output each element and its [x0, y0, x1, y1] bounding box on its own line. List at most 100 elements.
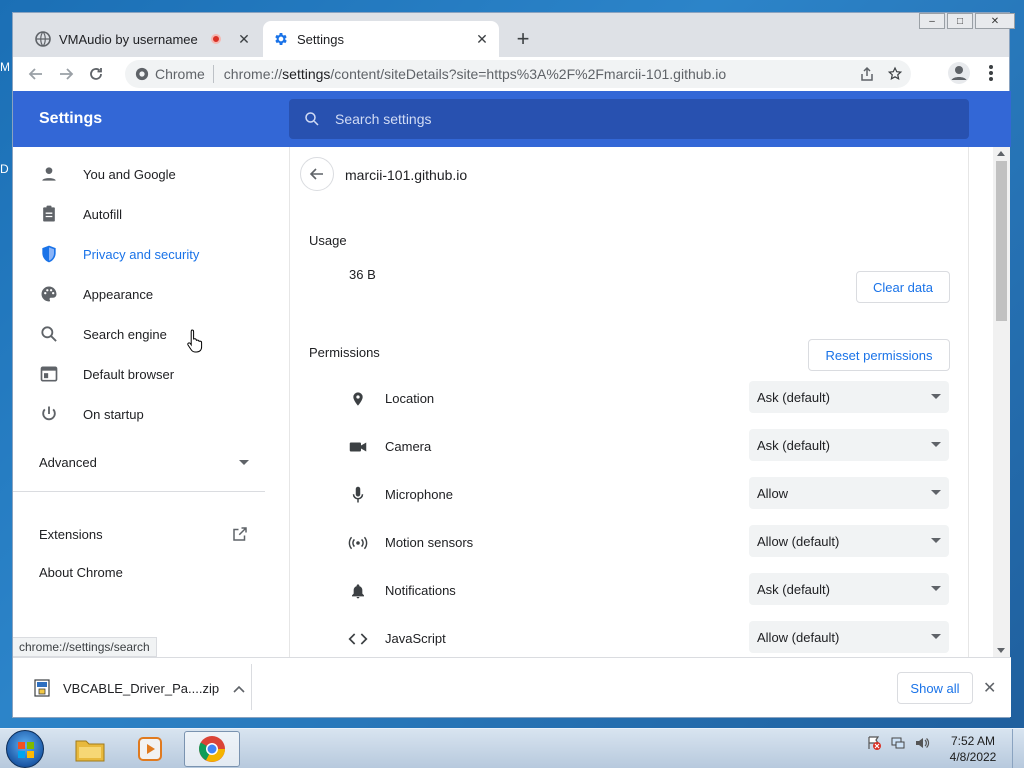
url-rest: /content/siteDetails?site=https%3A%2F%2F… — [330, 66, 727, 82]
permission-label: Microphone — [385, 487, 453, 502]
settings-title: Settings — [39, 110, 103, 127]
search-icon — [37, 322, 61, 346]
reload-button[interactable] — [81, 59, 111, 89]
sidebar-item-extensions[interactable]: Extensions — [39, 525, 249, 543]
new-tab-button[interactable]: + — [511, 26, 535, 51]
sidebar-item-label: Search engine — [83, 326, 167, 342]
zip-file-icon — [34, 679, 50, 697]
chrome-icon — [199, 736, 225, 762]
desktop-fragment-1: M — [0, 60, 10, 74]
permission-select-motion-sensors[interactable]: Allow (default) — [749, 525, 949, 557]
show-all-downloads-button[interactable]: Show all — [897, 672, 973, 704]
download-shelf: VBCABLE_Driver_Pa....zip Show all ✕ — [13, 657, 1011, 717]
arrow-left-icon — [309, 168, 323, 180]
permissions-heading: Permissions — [309, 345, 380, 360]
minimize-button[interactable]: – — [919, 13, 945, 29]
sidebar-item-about-chrome[interactable]: About Chrome — [39, 565, 123, 580]
chrome-icon — [135, 67, 149, 81]
usage-value: 36 B — [349, 267, 376, 282]
permission-select-javascript[interactable]: Allow (default) — [749, 621, 949, 653]
sidebar-item-appearance[interactable]: Appearance — [13, 274, 288, 314]
taskbar-explorer[interactable] — [62, 731, 118, 767]
close-tab-icon[interactable]: ✕ — [473, 30, 491, 48]
more-menu-icon[interactable] — [981, 61, 1001, 85]
shield-icon — [37, 242, 61, 266]
settings-sidebar: You and Google Autofill Privacy and secu… — [13, 147, 288, 657]
browser-window: VMAudio by usernamee ✕ Settings ✕ + – □ … — [12, 12, 1015, 718]
network-icon[interactable] — [890, 735, 906, 751]
open-in-new-icon — [233, 527, 247, 541]
location-icon — [348, 389, 368, 409]
permission-select-microphone[interactable]: Allow — [749, 477, 949, 509]
sidebar-item-autofill[interactable]: Autofill — [13, 194, 288, 234]
volume-icon[interactable] — [914, 735, 930, 751]
url-text: chrome://settings/content/siteDetails?si… — [214, 66, 726, 82]
select-value: Allow (default) — [757, 629, 840, 645]
sidebar-item-on-startup[interactable]: On startup — [13, 394, 288, 434]
forward-button[interactable] — [51, 59, 81, 89]
start-button[interactable] — [6, 730, 44, 768]
search-placeholder: Search settings — [335, 111, 432, 127]
show-desktop-button[interactable] — [1012, 729, 1024, 768]
permission-row-notifications: Notifications Ask (default) — [290, 571, 968, 611]
page-scrollbar[interactable] — [993, 147, 1010, 657]
back-button[interactable] — [21, 59, 51, 89]
download-item[interactable]: VBCABLE_Driver_Pa....zip — [33, 676, 253, 700]
settings-search-input[interactable]: Search settings — [289, 99, 969, 139]
sidebar-item-label: On startup — [83, 406, 144, 422]
system-clock[interactable]: 7:52 AM 4/8/2022 — [948, 733, 998, 765]
bookmark-star-icon[interactable] — [887, 66, 903, 82]
scrollbar-thumb[interactable] — [996, 161, 1007, 321]
sidebar-advanced-toggle[interactable]: Advanced — [39, 455, 249, 470]
windows-logo-icon — [18, 742, 34, 758]
tab-vmaudio[interactable]: VMAudio by usernamee ✕ — [25, 21, 261, 57]
maximize-button[interactable]: □ — [947, 13, 973, 29]
share-icon[interactable] — [859, 66, 875, 82]
close-download-shelf-icon[interactable]: ✕ — [983, 678, 996, 698]
recording-indicator-icon — [211, 34, 221, 44]
code-icon — [348, 629, 368, 649]
back-arrow-button[interactable] — [300, 157, 334, 191]
sidebar-item-search-engine[interactable]: Search engine — [13, 314, 288, 354]
taskbar-media-player[interactable] — [122, 731, 178, 767]
permission-select-location[interactable]: Ask (default) — [749, 381, 949, 413]
select-value: Allow — [757, 485, 789, 501]
sidebar-divider — [13, 491, 265, 492]
clock-date: 4/8/2022 — [949, 750, 997, 764]
site-title: marcii-101.github.io — [345, 167, 468, 183]
close-window-button[interactable]: ✕ — [975, 13, 1015, 29]
permission-label: JavaScript — [385, 631, 446, 646]
arrow-left-icon — [28, 68, 42, 80]
clear-data-button[interactable]: Clear data — [856, 271, 950, 303]
window-controls: – □ ✕ — [917, 13, 1015, 31]
profile-avatar-icon[interactable] — [947, 61, 971, 85]
taskbar: 7:52 AM 4/8/2022 — [0, 728, 1024, 768]
permission-label: Camera — [385, 439, 432, 454]
url-host: settings — [282, 66, 331, 82]
scroll-down-arrow-icon[interactable] — [997, 648, 1005, 653]
reload-icon — [90, 68, 102, 80]
permission-select-notifications[interactable]: Ask (default) — [749, 573, 949, 605]
sidebar-item-default-browser[interactable]: Default browser — [13, 354, 288, 394]
sidebar-item-privacy-and-security[interactable]: Privacy and security — [13, 234, 288, 274]
action-center-flag-icon[interactable] — [866, 735, 882, 751]
reset-permissions-button[interactable]: Reset permissions — [808, 339, 950, 371]
tab-title: VMAudio by usernamee — [59, 31, 198, 47]
address-bar[interactable]: Chrome chrome://settings/content/siteDet… — [125, 60, 911, 88]
tab-settings[interactable]: Settings ✕ — [263, 21, 499, 57]
sidebar-item-you-and-google[interactable]: You and Google — [13, 154, 288, 194]
folder-icon — [75, 740, 105, 762]
chevron-up-icon[interactable] — [233, 681, 245, 696]
taskbar-chrome[interactable] — [184, 731, 240, 767]
scroll-up-arrow-icon[interactable] — [997, 151, 1005, 156]
url-prefix: chrome:// — [223, 66, 283, 82]
site-info-chip[interactable]: Chrome — [125, 65, 214, 83]
dropdown-caret-icon — [931, 394, 941, 399]
caret-down-icon — [239, 460, 249, 465]
usage-heading: Usage — [309, 233, 347, 248]
permission-select-camera[interactable]: Ask (default) — [749, 429, 949, 461]
sidebar-item-label: Privacy and security — [83, 246, 200, 262]
dropdown-caret-icon — [931, 634, 941, 639]
close-tab-icon[interactable]: ✕ — [235, 30, 253, 48]
select-value: Ask (default) — [757, 437, 830, 453]
